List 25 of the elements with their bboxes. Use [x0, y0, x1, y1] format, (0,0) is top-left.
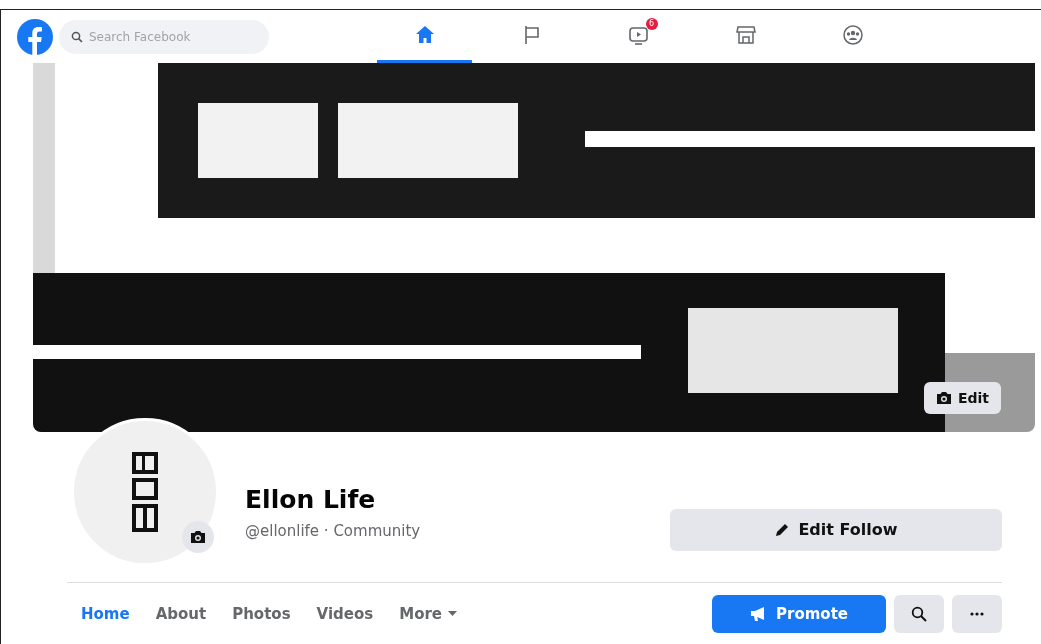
notification-badge: 6 — [645, 18, 658, 30]
ellipsis-icon — [970, 612, 984, 616]
change-photo-button[interactable] — [182, 521, 214, 553]
page-tab[interactable]: About — [145, 599, 217, 629]
camera-icon — [190, 530, 206, 544]
store-icon — [734, 24, 757, 46]
page-tab[interactable]: More — [389, 599, 468, 629]
nav-tab[interactable]: 6 — [591, 10, 686, 63]
camera-icon — [935, 391, 952, 405]
page-tab[interactable]: Home — [71, 599, 140, 629]
facebook-logo[interactable] — [17, 18, 53, 55]
video-icon — [627, 24, 650, 46]
page-handle: @ellonlife · Community — [245, 521, 422, 540]
search-button[interactable] — [894, 595, 944, 633]
pencil-icon — [774, 521, 791, 538]
promote-button[interactable]: Promote — [712, 595, 886, 633]
search-icon — [71, 30, 83, 43]
search-field[interactable]: Search Facebook — [59, 19, 269, 54]
page-tab[interactable]: Photos — [222, 599, 301, 629]
groups-icon — [841, 24, 864, 46]
search-icon — [911, 606, 927, 622]
page-tab[interactable]: Videos — [306, 599, 384, 629]
edit-follow-button[interactable]: Edit Follow — [670, 508, 1002, 551]
edit-cover-button[interactable]: Edit — [923, 382, 1001, 414]
page-name: Ellon Life — [245, 484, 377, 514]
